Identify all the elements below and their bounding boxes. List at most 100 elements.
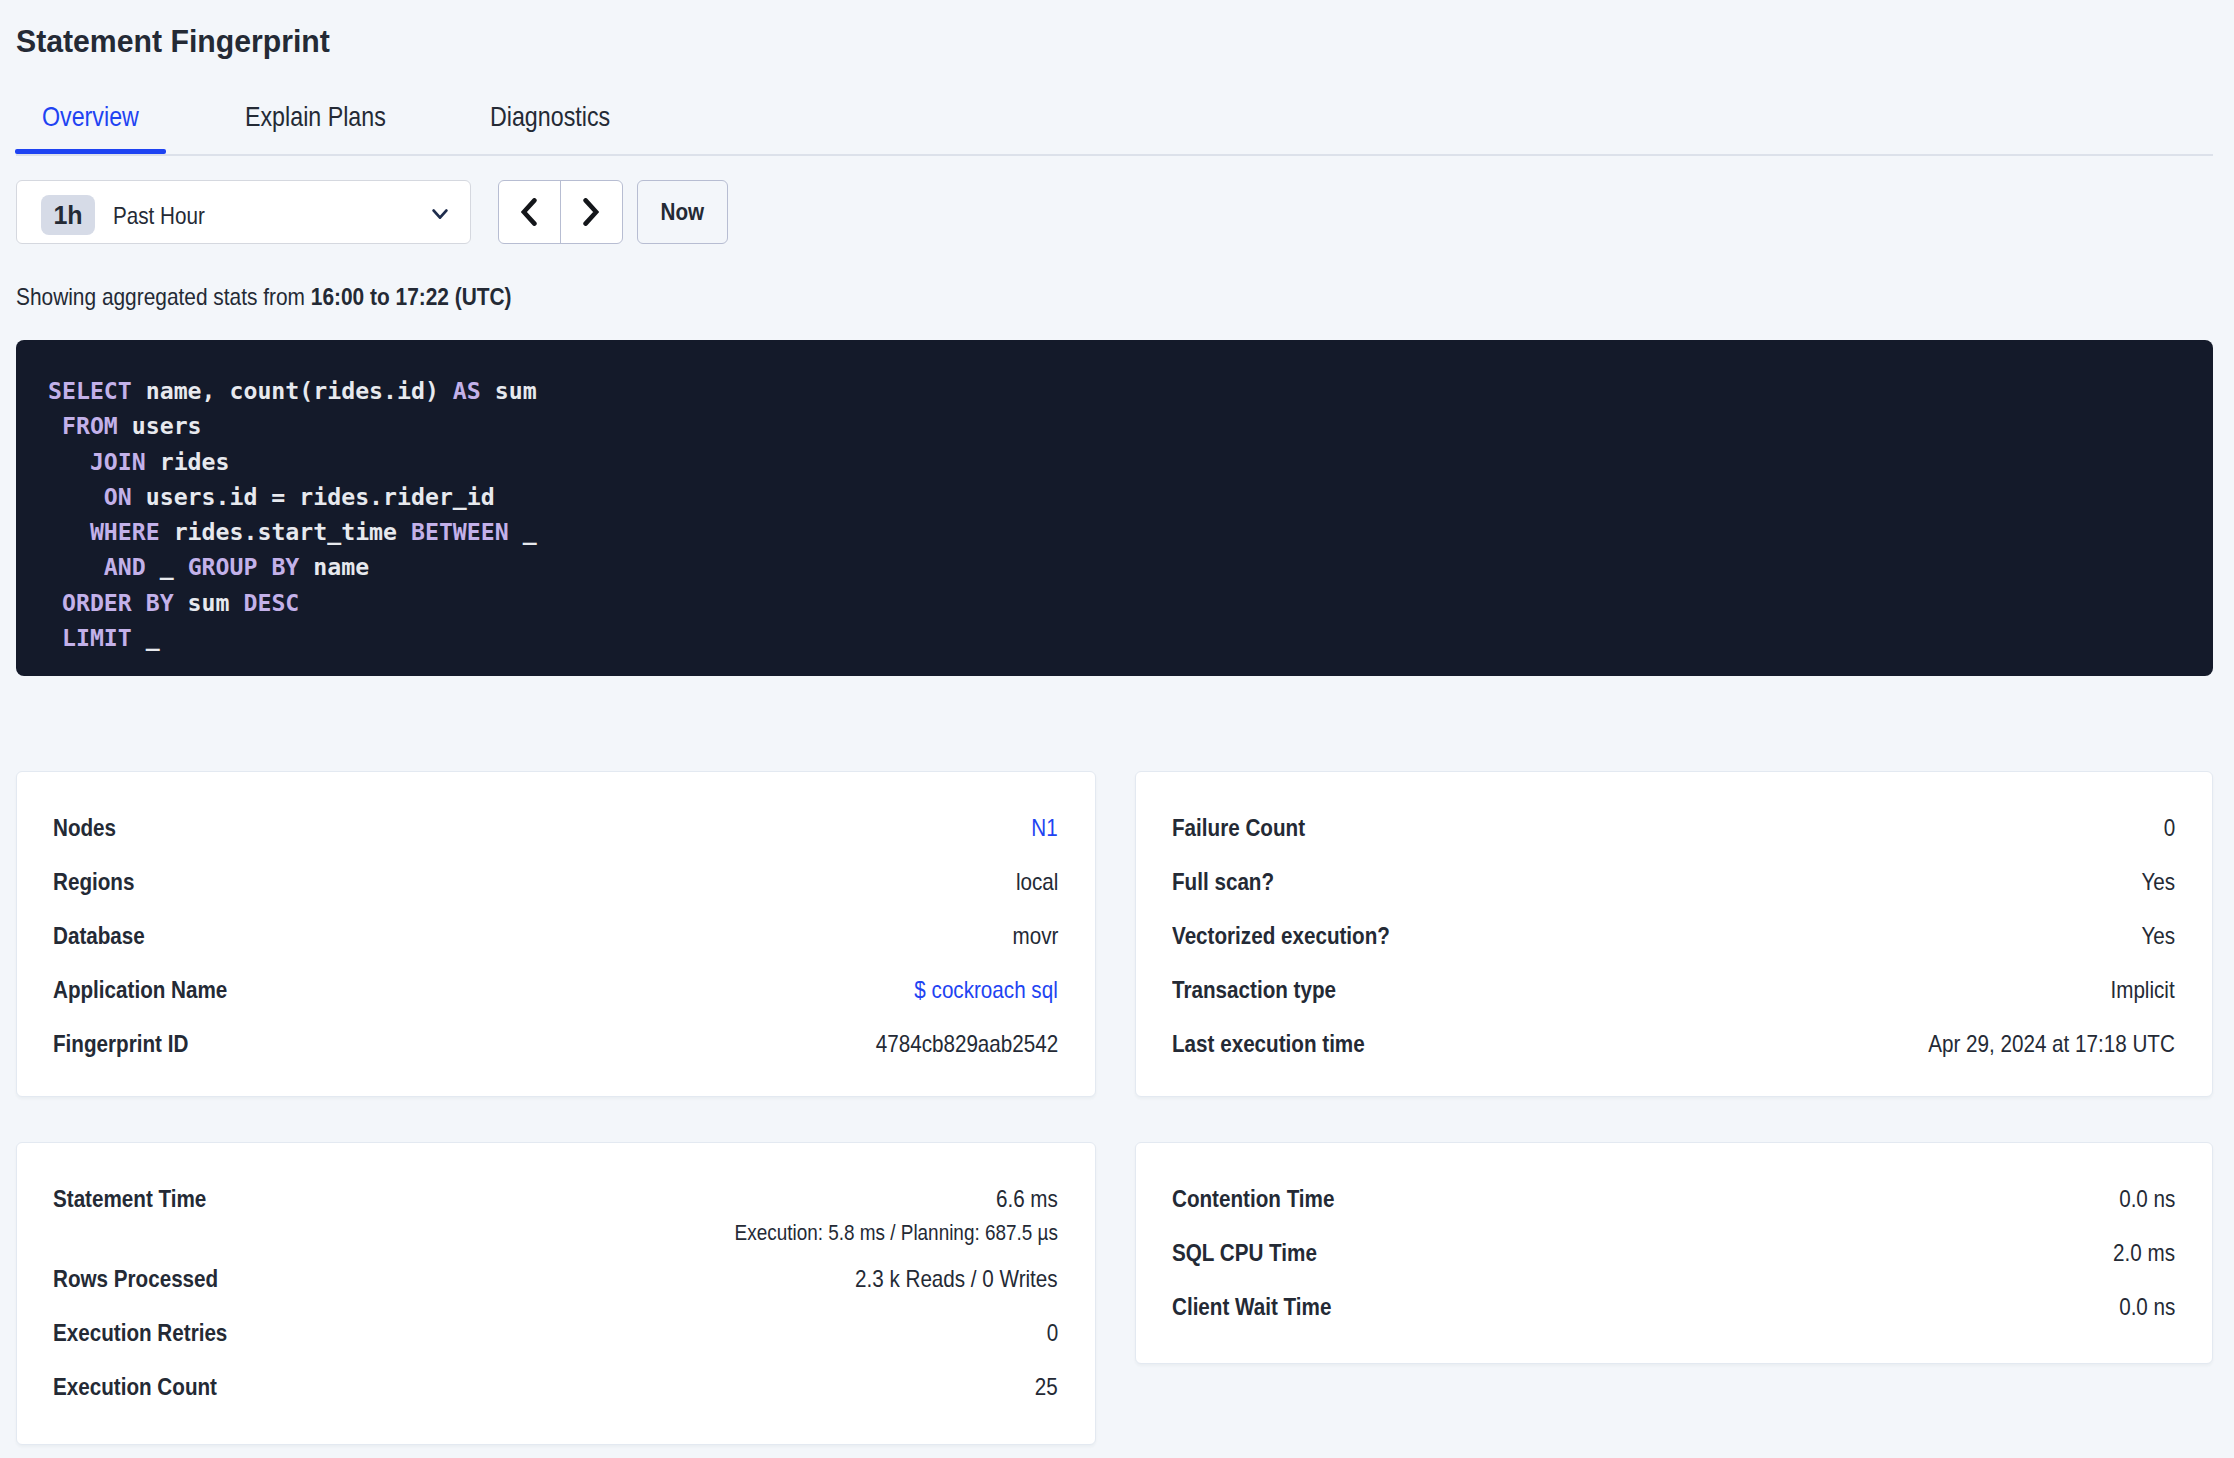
card-row-value: 0	[2164, 814, 2175, 841]
card-row: Vectorized execution? Yes	[1172, 922, 2175, 949]
sql-line: FROM users	[48, 408, 2181, 443]
aggregated-stats-line: Showing aggregated stats from 16:00 to 1…	[16, 283, 512, 310]
sql-text	[48, 448, 90, 475]
card-row: Failure Count 0	[1172, 814, 2175, 841]
now-button-label: Now	[661, 198, 705, 226]
tab-diagnostics[interactable]: Diagnostics	[490, 103, 635, 149]
card-row-value: 2.3 k Reads / 0 Writes	[855, 1265, 1058, 1292]
sql-text: _	[132, 624, 160, 651]
sql-line: AND _ GROUP BY name	[48, 549, 2181, 584]
sql-text: rides.start_time	[160, 518, 411, 545]
card-row-value-block: 4784cb829aab2542	[846, 1030, 1058, 1057]
sql-text: _	[146, 553, 188, 580]
card-row-label: Vectorized execution?	[1172, 922, 1390, 949]
card-row-value-block: 2.0 ms	[2103, 1239, 2175, 1266]
card-row-value: Yes	[2141, 922, 2175, 949]
prev-time-button[interactable]	[499, 181, 560, 243]
card-row: NodesN1	[53, 814, 1058, 841]
sql-line: WHERE rides.start_time BETWEEN _	[48, 514, 2181, 549]
card-row-label: Execution Retries	[53, 1319, 227, 1346]
tab-explain-plans[interactable]: Explain Plans	[245, 103, 415, 149]
card-row-label: Last execution time	[1172, 1030, 1365, 1057]
page-title: Statement Fingerprint	[16, 22, 330, 60]
card-row: Contention Time0.0 ns	[1172, 1185, 2175, 1212]
time-range-label: Past Hour	[113, 202, 205, 229]
card-row: Execution Count 25	[53, 1373, 1058, 1400]
card-row-value-block: Yes	[2136, 922, 2175, 949]
sql-keyword: FROM	[62, 412, 118, 439]
card-execution-attributes: Failure Count 0 Full scan?Yes Vectorized ex…	[1135, 771, 2213, 1097]
card-row-value: 0	[1047, 1319, 1058, 1346]
sql-line: SELECT name, count(rides.id) AS sum	[48, 373, 2181, 408]
card-row-value-block: Implicit	[2100, 976, 2175, 1003]
sql-text	[48, 412, 62, 439]
card-row: SQL CPU Time 2.0 ms	[1172, 1239, 2175, 1266]
sql-line: ORDER BY sum DESC	[48, 585, 2181, 620]
sql-line: ON users.id = rides.rider_id	[48, 479, 2181, 514]
card-row-label: Failure Count	[1172, 814, 1305, 841]
chevron-down-icon	[432, 209, 448, 220]
card-row-value-block: 0	[2162, 814, 2175, 841]
caret-right-icon	[583, 198, 599, 226]
card-row: Client Wait Time0.0 ns	[1172, 1293, 2175, 1320]
card-row: Execution Retries 0	[53, 1319, 1058, 1346]
sql-line: JOIN rides	[48, 444, 2181, 479]
time-range-badge: 1h	[41, 195, 95, 235]
card-row-label: Execution Count	[53, 1373, 217, 1400]
stats-line-prefix: Showing aggregated stats from	[16, 283, 311, 310]
card-row-value-link[interactable]: $ cockroach sql	[915, 976, 1058, 1003]
card-row-value-block: $ cockroach sql	[891, 976, 1058, 1003]
sql-line: LIMIT _	[48, 620, 2181, 655]
sql-text: sum	[481, 377, 537, 404]
sql-keyword: ON	[104, 483, 132, 510]
card-statement-details: NodesN1RegionslocalDatabasemovrApplicati…	[16, 771, 1096, 1097]
card-row: Transaction typeImplicit	[1172, 976, 2175, 1003]
card-row: Last execution time Apr 29, 2024 at 17:18…	[1172, 1030, 2175, 1057]
sql-text: users	[118, 412, 202, 439]
card-row-value: 25	[1035, 1373, 1058, 1400]
card-row-value: Implicit	[2111, 976, 2175, 1003]
sql-keyword: AND	[104, 553, 146, 580]
sql-keyword: AS	[453, 377, 481, 404]
card-row-value: 0.0 ns	[2119, 1293, 2175, 1320]
time-range-badge-label: 1h	[53, 201, 82, 230]
card-row-value-block: N1	[1027, 814, 1058, 841]
sql-keyword: ORDER BY	[62, 589, 174, 616]
card-row-value-link[interactable]: N1	[1032, 814, 1058, 841]
now-button[interactable]: Now	[637, 180, 728, 244]
card-row-value: 4784cb829aab2542	[875, 1030, 1058, 1057]
card-row-value-block: movr	[1005, 922, 1058, 949]
sql-text: users.id = rides.rider_id	[132, 483, 495, 510]
card-row-value-block: Apr 29, 2024 at 17:18 UTC	[1888, 1030, 2175, 1057]
tab-diagnostics-label: Diagnostics	[490, 103, 610, 131]
sql-text: name	[299, 553, 369, 580]
next-time-button[interactable]	[561, 181, 622, 243]
tab-overview[interactable]: Overview	[42, 103, 159, 149]
caret-left-icon	[521, 198, 537, 226]
sql-text: rides	[146, 448, 230, 475]
sql-text	[48, 483, 104, 510]
card-row-value: local	[1016, 868, 1058, 895]
card-row-label: SQL CPU Time	[1172, 1239, 1317, 1266]
time-range-select[interactable]: 1h Past Hour	[16, 180, 471, 244]
sql-keyword: GROUP BY	[188, 553, 300, 580]
tab-explain-plans-label: Explain Plans	[245, 103, 386, 131]
sql-statement-code: SELECT name, count(rides.id) AS sum FROM…	[48, 373, 2181, 655]
card-row-value: 6.6 ms	[735, 1185, 1058, 1212]
tab-bar-rule	[16, 154, 2213, 156]
sql-text: name, count(rides.id)	[132, 377, 453, 404]
card-row-label: Application Name	[53, 976, 227, 1003]
card-row-value: Yes	[2141, 868, 2175, 895]
sql-text: _	[509, 518, 537, 545]
card-row-value: Apr 29, 2024 at 17:18 UTC	[1928, 1030, 2175, 1057]
time-pager	[498, 180, 623, 244]
card-statement-timings: Statement Time6.6 msExecution: 5.8 ms / …	[16, 1142, 1096, 1445]
card-row: Full scan?Yes	[1172, 868, 2175, 895]
sql-keyword: LIMIT	[62, 624, 132, 651]
card-row-label: Contention Time	[1172, 1185, 1334, 1212]
card-row-label: Rows Processed	[53, 1265, 218, 1292]
sql-text: sum	[174, 589, 244, 616]
sql-text	[48, 518, 90, 545]
sql-text	[48, 624, 62, 651]
sql-text	[48, 553, 104, 580]
